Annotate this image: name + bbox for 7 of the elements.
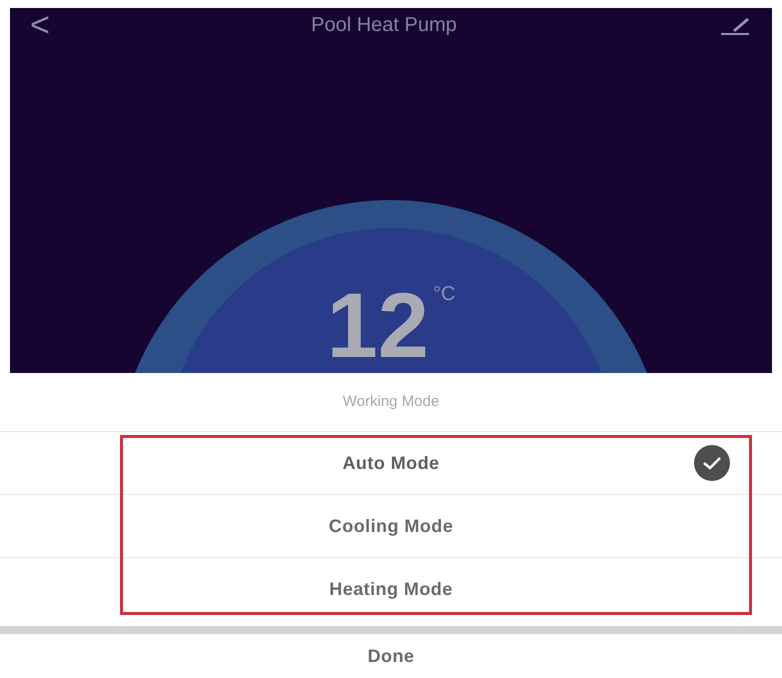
checkmark-icon: [694, 445, 730, 481]
back-button[interactable]: <: [30, 8, 50, 42]
temperature-value: 12: [326, 280, 429, 373]
sheet-title: Working Mode: [342, 392, 440, 412]
done-button[interactable]: Done: [368, 642, 414, 670]
page-title: Pool Heat Pump: [311, 13, 457, 38]
temperature-unit: °C: [432, 284, 456, 307]
